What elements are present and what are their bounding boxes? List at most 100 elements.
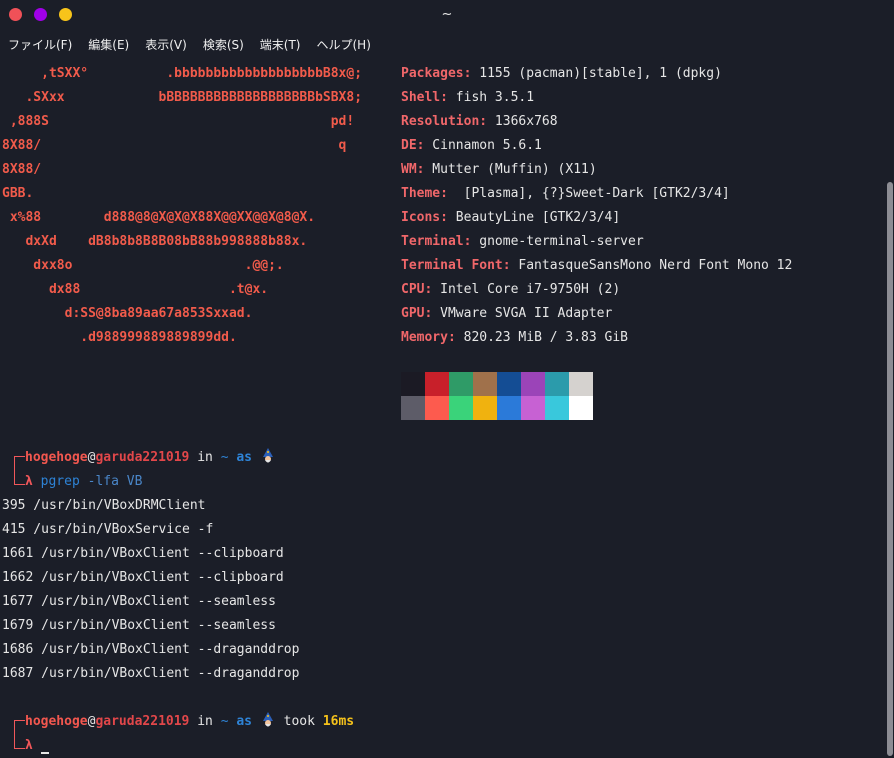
info-value: VMware SVGA II Adapter bbox=[432, 306, 613, 321]
logo-line: ,tSXX° .bbbbbbbbbbbbbbbbbbbB8x@; bbox=[2, 66, 363, 81]
info-key: Terminal bbox=[401, 234, 464, 249]
prompt-user: hogehoge bbox=[25, 714, 88, 729]
color-swatch bbox=[569, 396, 593, 420]
logo-line: .SXxx bBBBBBBBBBBBBBBBBBBBbSBX8; bbox=[2, 90, 363, 105]
info-key: DE bbox=[401, 138, 417, 153]
command-name: pgrep bbox=[40, 474, 80, 489]
terminal-window: ~ ファイル(F) 編集(E) 表示(V) 検索(S) 端末(T) ヘルプ(H)… bbox=[0, 0, 894, 757]
color-swatch bbox=[497, 372, 521, 396]
color-swatch bbox=[449, 396, 473, 420]
text-cursor bbox=[40, 752, 49, 754]
color-swatch bbox=[473, 396, 497, 420]
prompt-frame bbox=[14, 734, 25, 749]
info-key: Shell bbox=[401, 90, 441, 105]
logo-line: .d988999889889899dd. bbox=[2, 330, 237, 345]
color-swatch bbox=[497, 396, 521, 420]
info-key: GPU bbox=[401, 306, 425, 321]
color-palette bbox=[401, 372, 593, 420]
prompt-host: garuda221019 bbox=[95, 714, 190, 729]
info-value: Cinnamon 5.6.1 bbox=[424, 138, 542, 153]
color-swatch bbox=[569, 372, 593, 396]
info-value: BeautyLine [GTK2/3/4] bbox=[447, 210, 621, 225]
command-line[interactable]: λ pgrep -lfa VB bbox=[25, 470, 142, 494]
output-line: 1662 /usr/bin/VBoxClient --clipboard bbox=[2, 570, 284, 585]
menu-view[interactable]: 表示(V) bbox=[145, 34, 187, 56]
color-swatch bbox=[425, 372, 449, 396]
info-value: FantasqueSansMono Nerd Font Mono 12 bbox=[510, 258, 793, 273]
prompt-in: in bbox=[189, 450, 221, 465]
info-value: Intel Core i7-9750H (2) bbox=[432, 282, 621, 297]
prompt-dir: ~ bbox=[220, 450, 229, 465]
menu-help[interactable]: ヘルプ(H) bbox=[317, 34, 371, 56]
menu-bar: ファイル(F) 編集(E) 表示(V) 検索(S) 端末(T) ヘルプ(H) bbox=[0, 34, 387, 56]
menu-file[interactable]: ファイル(F) bbox=[8, 34, 72, 56]
info-terminal-font: Terminal Font: FantasqueSansMono Nerd Fo… bbox=[401, 258, 793, 273]
menu-edit[interactable]: 編集(E) bbox=[88, 34, 129, 56]
output-line: 395 /usr/bin/VBoxDRMClient bbox=[2, 498, 206, 513]
wizard-icon bbox=[262, 447, 273, 462]
info-shell: Shell: fish 3.5.1 bbox=[401, 90, 535, 105]
logo-line: dx88 .t@x. bbox=[2, 282, 269, 297]
menu-search[interactable]: 検索(S) bbox=[203, 34, 244, 56]
output-line: 1677 /usr/bin/VBoxClient --seamless bbox=[2, 594, 276, 609]
color-swatch bbox=[545, 372, 569, 396]
info-key: Terminal Font bbox=[401, 258, 503, 273]
info-key: Packages bbox=[401, 66, 464, 81]
info-value: 1366x768 bbox=[487, 114, 558, 129]
command-args: -lfa VB bbox=[79, 474, 143, 489]
info-icons: Icons: BeautyLine [GTK2/3/4] bbox=[401, 210, 621, 225]
logo-line: ,888S pd! bbox=[2, 114, 355, 129]
logo-line: dxXd dB8b8b8B8B08bB88b998888b88x. bbox=[2, 234, 308, 249]
window-title: ~ bbox=[441, 7, 453, 22]
logo-line: 8X88/ bbox=[2, 162, 42, 177]
scrollbar[interactable] bbox=[887, 182, 893, 756]
color-swatch bbox=[401, 372, 425, 396]
palette-row-bottom bbox=[401, 396, 593, 420]
info-key: WM bbox=[401, 162, 417, 177]
prompt-line: hogehoge@garuda221019 in ~ as bbox=[25, 446, 276, 470]
prompt-in: in bbox=[189, 714, 221, 729]
terminal-area[interactable]: ,tSXX° .bbbbbbbbbbbbbbbbbbbB8x@; .SXxx b… bbox=[0, 60, 880, 757]
info-key: Resolution bbox=[401, 114, 480, 129]
prompt-dir: ~ bbox=[220, 714, 229, 729]
prompt-as: as bbox=[228, 450, 260, 465]
info-cpu: CPU: Intel Core i7-9750H (2) bbox=[401, 282, 621, 297]
info-packages: Packages: 1155 (pacman)[stable], 1 (dpkg… bbox=[401, 66, 722, 81]
output-line: 1661 /usr/bin/VBoxClient --clipboard bbox=[2, 546, 284, 561]
prompt-line: hogehoge@garuda221019 in ~ as took 16ms bbox=[25, 710, 354, 734]
logo-line: dxx8o .@@;. bbox=[2, 258, 284, 273]
info-key: Icons bbox=[401, 210, 441, 225]
wizard-icon bbox=[262, 711, 273, 726]
prompt-took: took bbox=[275, 714, 323, 729]
info-gpu: GPU: VMware SVGA II Adapter bbox=[401, 306, 613, 321]
info-memory: Memory: 820.23 MiB / 3.83 GiB bbox=[401, 330, 628, 345]
info-key: Theme bbox=[401, 186, 441, 201]
output-line: 415 /usr/bin/VBoxService -f bbox=[2, 522, 214, 537]
info-value: 1155 (pacman)[stable], 1 (dpkg) bbox=[471, 66, 722, 81]
info-value: gnome-terminal-server bbox=[471, 234, 644, 249]
logo-line: GBB. bbox=[2, 186, 34, 201]
color-swatch bbox=[425, 396, 449, 420]
prompt-lambda: λ bbox=[25, 474, 33, 489]
info-value: [Plasma], {?}Sweet-Dark [GTK2/3/4] bbox=[447, 186, 730, 201]
info-terminal: Terminal: gnome-terminal-server bbox=[401, 234, 644, 249]
info-key: CPU bbox=[401, 282, 425, 297]
command-line[interactable]: λ bbox=[25, 734, 49, 758]
output-line: 1687 /usr/bin/VBoxClient --draganddrop bbox=[2, 666, 300, 681]
logo-line: 8X88/ q bbox=[2, 138, 347, 153]
info-wm: WM: Mutter (Muffin) (X11) bbox=[401, 162, 597, 177]
prompt-host: garuda221019 bbox=[95, 450, 190, 465]
color-swatch bbox=[521, 396, 545, 420]
logo-line: d:SS@8ba89aa67a853Sxxad. bbox=[2, 306, 253, 321]
color-swatch bbox=[521, 372, 545, 396]
prompt-duration: 16ms bbox=[322, 714, 355, 729]
color-swatch bbox=[401, 396, 425, 420]
title-bar: ~ bbox=[0, 0, 894, 30]
info-resolution: Resolution: 1366x768 bbox=[401, 114, 558, 129]
info-theme: Theme: [Plasma], {?}Sweet-Dark [GTK2/3/4… bbox=[401, 186, 730, 201]
menu-terminal[interactable]: 端末(T) bbox=[260, 34, 301, 56]
palette-row-top bbox=[401, 372, 593, 396]
color-swatch bbox=[545, 396, 569, 420]
color-swatch bbox=[473, 372, 497, 396]
info-value: 820.23 MiB / 3.83 GiB bbox=[455, 330, 628, 345]
